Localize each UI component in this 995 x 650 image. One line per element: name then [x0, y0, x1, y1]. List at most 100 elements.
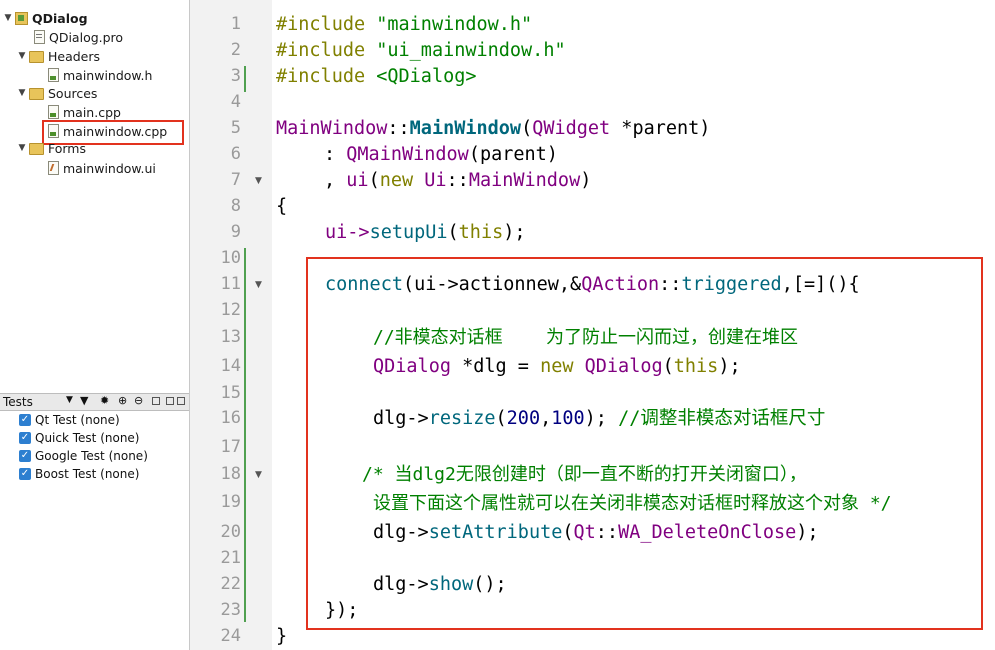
line-number: 1 [230, 14, 241, 34]
code-token: { [276, 196, 288, 217]
pro-file-icon [34, 30, 45, 44]
ui-file-label: mainwindow.ui [63, 160, 156, 176]
line-number: 17 [220, 437, 241, 457]
test-item[interactable]: ✓ Quick Test (none) [19, 430, 140, 446]
tree-item-pro-file[interactable]: QDialog.pro [34, 28, 123, 46]
code-token: ui-> [325, 222, 370, 243]
code-token: Ui [424, 170, 447, 191]
checkbox-checked-icon[interactable]: ✓ [19, 450, 31, 462]
code-token: *parent) [610, 118, 711, 139]
sources-label: Sources [48, 85, 98, 101]
line-number: 3 [230, 66, 241, 86]
tree-item-ui-file[interactable]: mainwindow.ui [48, 159, 156, 177]
code-token: ( [521, 118, 533, 139]
code-token: <QDialog> [376, 66, 477, 87]
ui-file-icon [48, 161, 59, 175]
line-number: 15 [220, 383, 241, 403]
expand-arrow-icon[interactable]: ▼ [17, 143, 27, 153]
test-label: Boost Test (none) [35, 467, 140, 481]
test-item[interactable]: ✓ Qt Test (none) [19, 412, 120, 428]
code-line: } [276, 624, 287, 650]
line-number: 20 [220, 522, 241, 542]
line-number: 21 [220, 548, 241, 568]
code-token: #include [276, 66, 366, 87]
collapse-all-icon[interactable]: ⊖ [134, 394, 143, 407]
line-number: 6 [230, 144, 241, 164]
change-marker [244, 248, 246, 622]
fold-arrow-icon[interactable]: ▼ [255, 176, 262, 186]
line-number: 14 [220, 356, 241, 376]
code-token: MainWindow [409, 118, 522, 139]
code-line: { [276, 194, 287, 220]
line-number: 7 [230, 170, 241, 190]
code-token: } [276, 626, 288, 647]
checkbox-checked-icon[interactable]: ✓ [19, 468, 31, 480]
code-line: MainWindow::MainWindow(QWidget *parent) [276, 116, 710, 142]
code-line: #include "mainwindow.h" [276, 12, 532, 38]
headers-label: Headers [48, 48, 101, 64]
code-token: this [458, 222, 504, 243]
code-token: "ui_mainwindow.h" [376, 40, 566, 61]
code-token: new [379, 170, 414, 191]
line-number: 10 [220, 248, 241, 268]
line-number: 5 [230, 118, 241, 138]
line-number: 11 [220, 274, 241, 294]
dropdown-arrow-icon[interactable]: ▼ [66, 395, 73, 405]
code-token: "mainwindow.h" [376, 14, 533, 35]
code-token: setupUi [369, 222, 448, 243]
code-line: , ui(new Ui::MainWindow) [324, 168, 591, 194]
tree-item-headers[interactable]: ▼ Headers [17, 47, 101, 65]
checkbox-checked-icon[interactable]: ✓ [19, 432, 31, 444]
tree-item-main-cpp[interactable]: main.cpp [48, 103, 121, 121]
test-item[interactable]: ✓ Google Test (none) [19, 448, 148, 464]
filter-icon[interactable]: ▼ [80, 394, 88, 407]
code-highlight-box [306, 257, 983, 630]
code-token: :: [446, 170, 469, 191]
expand-all-icon[interactable]: ⊕ [118, 394, 127, 407]
line-number: 24 [220, 626, 241, 646]
main-cpp-label: main.cpp [63, 104, 121, 120]
forms-label: Forms [48, 141, 87, 155]
code-token: #include [276, 14, 366, 35]
code-token: QMainWindow [346, 144, 469, 165]
test-item[interactable]: ✓ Boost Test (none) [19, 466, 139, 482]
tree-item-sources[interactable]: ▼ Sources [17, 84, 98, 102]
tree-item-header-file[interactable]: mainwindow.h [48, 66, 152, 84]
code-token: MainWindow [468, 170, 581, 191]
maximize-icon[interactable] [177, 397, 185, 405]
line-number: 12 [220, 300, 241, 320]
wand-icon[interactable]: ✹ [100, 394, 109, 407]
fold-arrow-icon[interactable]: ▼ [255, 280, 262, 290]
expand-arrow-icon[interactable]: ▼ [17, 88, 27, 98]
code-token: ( [368, 170, 380, 191]
line-number: 23 [220, 600, 241, 620]
change-marker [244, 66, 246, 92]
code-line: ui->setupUi(this); [325, 220, 526, 246]
header-file-label: mainwindow.h [63, 67, 153, 83]
code-token: : [324, 144, 347, 165]
minimize-icon[interactable] [166, 397, 174, 405]
tests-title[interactable]: Tests [3, 395, 33, 409]
line-number: 22 [220, 574, 241, 594]
checkbox-checked-icon[interactable]: ✓ [19, 414, 31, 426]
code-token: #include [276, 40, 366, 61]
expand-arrow-icon[interactable]: ▼ [17, 51, 27, 61]
code-token: ui [346, 170, 369, 191]
tree-item-project[interactable]: ▼ QDialog [3, 9, 88, 27]
cpp-file-icon [48, 105, 59, 119]
tree-item-forms[interactable]: ▼ Forms [17, 141, 86, 155]
header-file-icon [48, 68, 59, 82]
folder-icon [29, 87, 44, 100]
code-token: , [324, 170, 347, 191]
code-token: :: [387, 118, 410, 139]
line-number: 8 [230, 196, 241, 216]
line-number: 16 [220, 408, 241, 428]
tests-toolbar: Tests ▼ ▼ ✹ ⊕ ⊖ [0, 393, 189, 411]
fold-arrow-icon[interactable]: ▼ [255, 470, 262, 480]
expand-icon[interactable] [152, 397, 160, 405]
test-label: Google Test (none) [35, 449, 148, 463]
expand-arrow-icon[interactable]: ▼ [3, 13, 13, 23]
project-tree-panel: ▼ QDialog QDialog.pro ▼ Headers mainwind… [0, 0, 190, 650]
code-line: #include <QDialog> [276, 64, 477, 90]
code-line: #include "ui_mainwindow.h" [276, 38, 566, 64]
